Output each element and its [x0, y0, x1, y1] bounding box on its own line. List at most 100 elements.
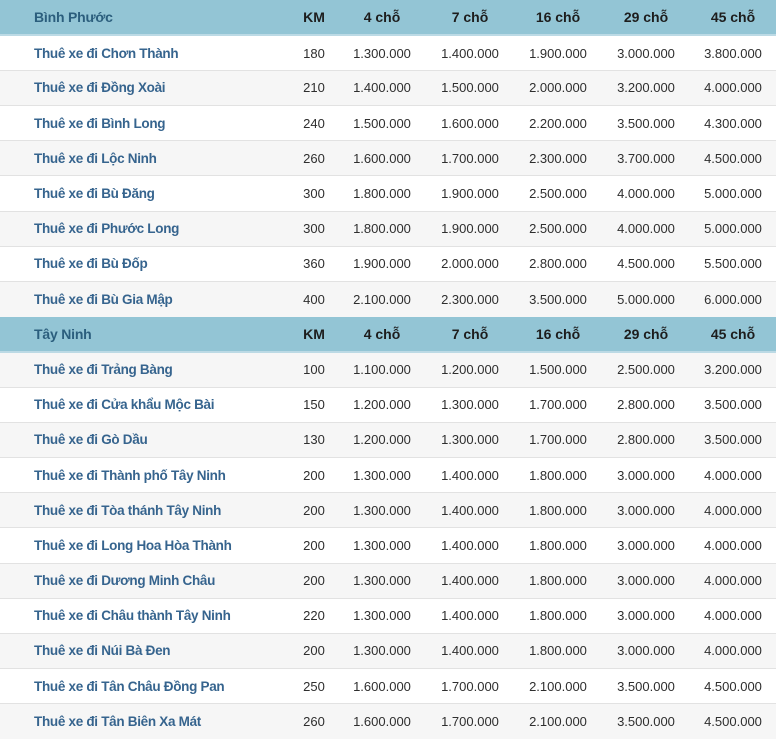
route-link[interactable]: Thuê xe đi Bù Gia Mập	[0, 282, 290, 317]
route-link[interactable]: Thuê xe đi Bù Đốp	[0, 246, 290, 281]
route-link[interactable]: Thuê xe đi Gò Dầu	[0, 422, 290, 457]
km-cell: 400	[290, 282, 338, 317]
price-row: Thuê xe đi Bình Long2401.500.0001.600.00…	[0, 106, 776, 141]
price-cell: 1.500.000	[426, 70, 514, 105]
price-cell: 3.500.000	[602, 106, 690, 141]
price-cell: 2.000.000	[514, 70, 602, 105]
price-cell: 4.500.000	[690, 669, 776, 704]
price-cell: 3.000.000	[602, 528, 690, 563]
price-row: Thuê xe đi Tân Biên Xa Mát2601.600.0001.…	[0, 704, 776, 739]
route-link[interactable]: Thuê xe đi Châu thành Tây Ninh	[0, 598, 290, 633]
price-cell: 4.000.000	[602, 176, 690, 211]
price-row: Thuê xe đi Chơn Thành1801.300.0001.400.0…	[0, 35, 776, 70]
price-cell: 1.500.000	[514, 352, 602, 387]
price-cell: 4.000.000	[690, 598, 776, 633]
price-cell: 1.600.000	[338, 141, 426, 176]
price-cell: 3.800.000	[690, 35, 776, 70]
price-cell: 1.800.000	[338, 211, 426, 246]
price-cell: 3.200.000	[690, 352, 776, 387]
price-row: Thuê xe đi Bù Gia Mập4002.100.0002.300.0…	[0, 282, 776, 317]
column-header-16-chỗ: 16 chỗ	[514, 0, 602, 35]
km-cell: 200	[290, 563, 338, 598]
price-cell: 1.300.000	[338, 633, 426, 668]
route-link[interactable]: Thuê xe đi Thành phố Tây Ninh	[0, 457, 290, 492]
price-cell: 3.500.000	[514, 282, 602, 317]
km-cell: 210	[290, 70, 338, 105]
price-cell: 1.400.000	[426, 563, 514, 598]
price-cell: 1.300.000	[338, 528, 426, 563]
section-header-row: Tây NinhKM4 chỗ7 chỗ16 chỗ29 chỗ45 chỗ	[0, 317, 776, 352]
price-cell: 1.200.000	[426, 352, 514, 387]
section-header-row: Bình PhướcKM4 chỗ7 chỗ16 chỗ29 chỗ45 chỗ	[0, 0, 776, 35]
route-link[interactable]: Thuê xe đi Dương Minh Châu	[0, 563, 290, 598]
section-title: Tây Ninh	[0, 317, 290, 352]
price-cell: 5.500.000	[690, 246, 776, 281]
price-cell: 4.000.000	[602, 211, 690, 246]
price-cell: 1.200.000	[338, 387, 426, 422]
km-cell: 200	[290, 633, 338, 668]
km-cell: 200	[290, 457, 338, 492]
price-cell: 2.100.000	[338, 282, 426, 317]
column-header-7-chỗ: 7 chỗ	[426, 317, 514, 352]
price-cell: 1.900.000	[514, 35, 602, 70]
price-row: Thuê xe đi Gò Dầu1301.200.0001.300.0001.…	[0, 422, 776, 457]
price-row: Thuê xe đi Châu thành Tây Ninh2201.300.0…	[0, 598, 776, 633]
price-cell: 1.600.000	[338, 704, 426, 739]
price-cell: 1.400.000	[338, 70, 426, 105]
price-cell: 1.600.000	[338, 669, 426, 704]
price-row: Thuê xe đi Tòa thánh Tây Ninh2001.300.00…	[0, 493, 776, 528]
price-cell: 1.800.000	[514, 457, 602, 492]
price-cell: 1.800.000	[514, 528, 602, 563]
price-cell: 1.900.000	[426, 176, 514, 211]
km-cell: 200	[290, 493, 338, 528]
price-cell: 2.500.000	[602, 352, 690, 387]
price-cell: 2.500.000	[514, 211, 602, 246]
price-cell: 4.000.000	[690, 493, 776, 528]
price-row: Thuê xe đi Núi Bà Đen2001.300.0001.400.0…	[0, 633, 776, 668]
route-link[interactable]: Thuê xe đi Chơn Thành	[0, 35, 290, 70]
route-link[interactable]: Thuê xe đi Tòa thánh Tây Ninh	[0, 493, 290, 528]
rental-price-table-body: Bình PhướcKM4 chỗ7 chỗ16 chỗ29 chỗ45 chỗ…	[0, 0, 776, 739]
price-cell: 1.700.000	[426, 704, 514, 739]
price-row: Thuê xe đi Long Hoa Hòa Thành2001.300.00…	[0, 528, 776, 563]
route-link[interactable]: Thuê xe đi Cửa khẩu Mộc Bài	[0, 387, 290, 422]
price-row: Thuê xe đi Tân Châu Đồng Pan2501.600.000…	[0, 669, 776, 704]
price-cell: 1.300.000	[338, 493, 426, 528]
price-cell: 1.300.000	[426, 422, 514, 457]
route-link[interactable]: Thuê xe đi Núi Bà Đen	[0, 633, 290, 668]
route-link[interactable]: Thuê xe đi Bình Long	[0, 106, 290, 141]
price-cell: 3.000.000	[602, 633, 690, 668]
section-title: Bình Phước	[0, 0, 290, 35]
column-header-29-chỗ: 29 chỗ	[602, 0, 690, 35]
route-link[interactable]: Thuê xe đi Trảng Bàng	[0, 352, 290, 387]
km-cell: 240	[290, 106, 338, 141]
price-cell: 1.700.000	[514, 422, 602, 457]
price-cell: 5.000.000	[690, 176, 776, 211]
price-cell: 3.000.000	[602, 493, 690, 528]
km-cell: 250	[290, 669, 338, 704]
price-cell: 1.300.000	[338, 457, 426, 492]
route-link[interactable]: Thuê xe đi Long Hoa Hòa Thành	[0, 528, 290, 563]
column-header-29-chỗ: 29 chỗ	[602, 317, 690, 352]
price-cell: 1.400.000	[426, 35, 514, 70]
price-cell: 1.400.000	[426, 457, 514, 492]
rental-price-table: Bình PhướcKM4 chỗ7 chỗ16 chỗ29 chỗ45 chỗ…	[0, 0, 776, 739]
route-link[interactable]: Thuê xe đi Lộc Ninh	[0, 141, 290, 176]
route-link[interactable]: Thuê xe đi Bù Đăng	[0, 176, 290, 211]
price-cell: 1.200.000	[338, 422, 426, 457]
column-header-7-chỗ: 7 chỗ	[426, 0, 514, 35]
price-cell: 4.500.000	[690, 704, 776, 739]
price-cell: 2.800.000	[602, 387, 690, 422]
route-link[interactable]: Thuê xe đi Tân Châu Đồng Pan	[0, 669, 290, 704]
route-link[interactable]: Thuê xe đi Tân Biên Xa Mát	[0, 704, 290, 739]
price-row: Thuê xe đi Dương Minh Châu2001.300.0001.…	[0, 563, 776, 598]
km-cell: 130	[290, 422, 338, 457]
price-row: Thuê xe đi Bù Đăng3001.800.0001.900.0002…	[0, 176, 776, 211]
price-cell: 3.000.000	[602, 563, 690, 598]
price-cell: 1.400.000	[426, 493, 514, 528]
price-cell: 2.300.000	[514, 141, 602, 176]
route-link[interactable]: Thuê xe đi Phước Long	[0, 211, 290, 246]
route-link[interactable]: Thuê xe đi Đồng Xoài	[0, 70, 290, 105]
price-cell: 1.900.000	[338, 246, 426, 281]
column-header-45-chỗ: 45 chỗ	[690, 317, 776, 352]
